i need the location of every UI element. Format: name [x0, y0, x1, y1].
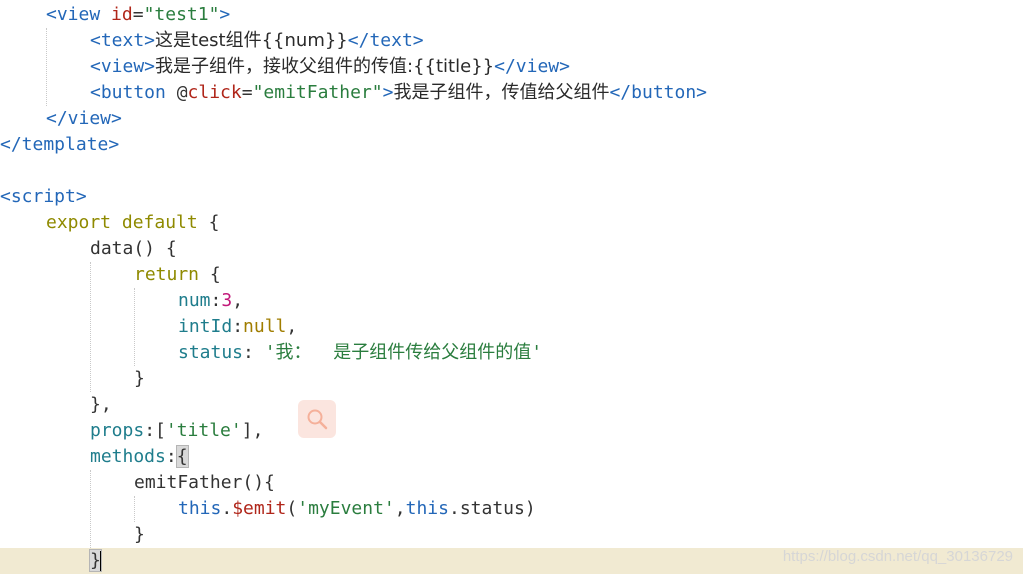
code-token: '我： 是子组件传给父组件的值'	[264, 342, 543, 363]
code-token: click	[187, 82, 242, 103]
text-cursor	[99, 551, 102, 571]
code-token: emitFather(){	[134, 472, 275, 493]
code-line[interactable]: methods:{	[0, 444, 1023, 470]
code-token: export default	[46, 212, 209, 233]
code-line[interactable]: }	[0, 366, 1023, 392]
code-line[interactable]: }	[0, 522, 1023, 548]
code-token: <button	[90, 82, 177, 103]
code-line[interactable]: intId:null,	[0, 314, 1023, 340]
code-token: :	[210, 290, 222, 311]
code-line[interactable]: emitFather(){	[0, 470, 1023, 496]
code-line[interactable]: this.$emit('myEvent',this.status)	[0, 496, 1023, 522]
code-editor[interactable]: <view id="test1"> <text>这是test组件{{num}}</…	[0, 0, 1023, 575]
code-line[interactable]: status: '我： 是子组件传给父组件的值'	[0, 340, 1023, 366]
code-token: this	[178, 498, 222, 519]
code-token: methods	[90, 446, 166, 467]
code-token: =	[132, 4, 144, 25]
code-token: <script>	[0, 186, 87, 207]
code-token: ,	[394, 498, 406, 519]
code-line[interactable]: </template>	[0, 132, 1023, 158]
code-token: 我是子组件，传值给父组件	[393, 82, 610, 103]
code-token: 3	[221, 290, 233, 311]
code-token: >	[219, 4, 231, 25]
code-token: <view	[46, 4, 112, 25]
code-token: </button>	[609, 82, 708, 103]
code-token: .	[221, 498, 233, 519]
matched-bracket: {	[175, 445, 189, 468]
code-token: >	[382, 82, 394, 103]
code-line[interactable]: },	[0, 392, 1023, 418]
code-token: num	[178, 290, 211, 311]
code-token: intId	[178, 316, 233, 337]
code-line[interactable]: data() {	[0, 236, 1023, 262]
code-token: <view>	[90, 56, 156, 77]
code-line[interactable]: <text>这是test组件{{num}}</text>	[0, 28, 1023, 54]
code-token: :	[232, 316, 244, 337]
code-line[interactable]: num:3,	[0, 288, 1023, 314]
search-overlay-button[interactable]	[298, 400, 336, 438]
code-token: {	[209, 264, 221, 285]
code-token: </template>	[0, 134, 120, 155]
code-token: status	[178, 342, 244, 363]
code-line[interactable]	[0, 158, 1023, 184]
code-token: }	[134, 368, 145, 389]
code-token: =	[241, 82, 253, 103]
code-token: props	[90, 420, 145, 441]
code-token: ,	[286, 316, 298, 337]
code-token: ,	[232, 290, 244, 311]
code-token: this	[405, 498, 449, 519]
code-token: 这是test组件{{num}}	[155, 30, 348, 51]
code-token: </view>	[46, 108, 122, 129]
code-token: :	[165, 446, 177, 467]
code-token: "test1"	[143, 4, 220, 25]
code-token: "emitFather"	[252, 82, 383, 103]
code-token: 我是子组件，接收父组件的传值:{{title}}	[155, 56, 495, 77]
code-token: },	[90, 394, 112, 415]
code-token: $emit	[232, 498, 287, 519]
code-line[interactable]: <view>我是子组件，接收父组件的传值:{{title}}</view>	[0, 54, 1023, 80]
code-token: </text>	[347, 30, 424, 51]
code-token: @	[176, 82, 188, 103]
code-token: id	[111, 4, 133, 25]
watermark-text: https://blog.csdn.net/qq_30136729	[782, 548, 1013, 565]
code-token: .status)	[448, 498, 536, 519]
code-line[interactable]: <button @click="emitFather">我是子组件，传值给父组件…	[0, 80, 1023, 106]
code-line[interactable]: <view id="test1">	[0, 2, 1023, 28]
code-line[interactable]: export default {	[0, 210, 1023, 236]
code-token: data() {	[90, 238, 177, 259]
code-token: :	[243, 342, 265, 363]
code-token: <text>	[90, 30, 156, 51]
code-token: null	[243, 316, 287, 337]
code-token: </view>	[494, 56, 570, 77]
code-token: ],	[241, 420, 264, 441]
code-token: 'title'	[165, 420, 242, 441]
code-token: (	[286, 498, 298, 519]
code-token: 'myEvent'	[297, 498, 395, 519]
code-line[interactable]: </view>	[0, 106, 1023, 132]
code-token: {	[208, 212, 220, 233]
code-token: :[	[144, 420, 166, 441]
code-token: return	[134, 264, 210, 285]
code-line[interactable]: <script>	[0, 184, 1023, 210]
code-line[interactable]: props:['title'],	[0, 418, 1023, 444]
code-line[interactable]: return {	[0, 262, 1023, 288]
code-token: }	[134, 524, 145, 545]
